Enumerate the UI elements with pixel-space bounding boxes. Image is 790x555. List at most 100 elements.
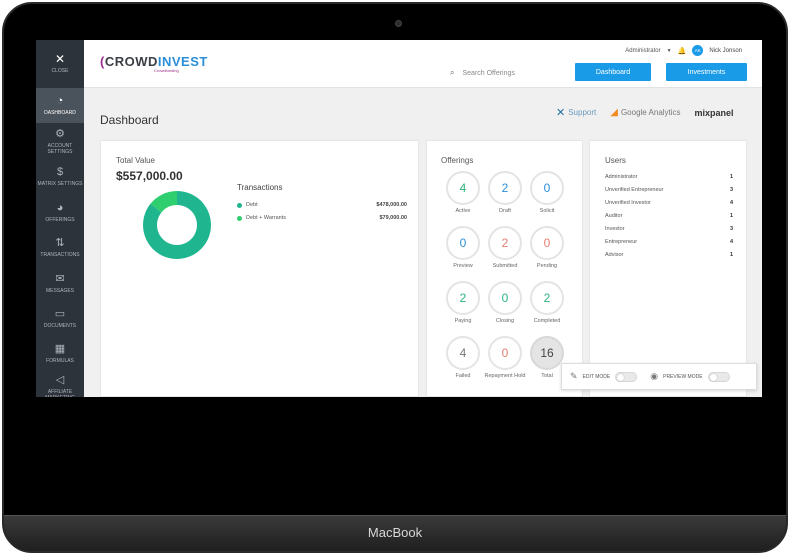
- user-type-count: 1: [729, 213, 733, 219]
- total-value-amount: $557,000.00: [116, 169, 183, 183]
- sidebar-item-messages[interactable]: ✉ MESSAGES: [36, 266, 84, 301]
- megaphone-icon: ◁: [55, 373, 65, 386]
- offerings-card: Offerings 4 Active 2 Draft 0 Solicit 0 P…: [426, 140, 583, 397]
- transaction-row-debt: Debt $478,000.00: [237, 200, 407, 210]
- chevron-down-icon[interactable]: ▼: [667, 48, 672, 54]
- laptop-frame: ✕ CLOSE ◔ DASHBOARD ⚙ ACCOUNT SETTINGS $…: [2, 2, 788, 553]
- user-type-row[interactable]: Auditor 1: [605, 213, 733, 219]
- search-input[interactable]: Search Offerings: [462, 70, 514, 77]
- user-type-name: Entrepreneur: [605, 239, 638, 245]
- search-box[interactable]: ⌕ Search Offerings: [450, 68, 515, 78]
- sidebar-item-label: DOCUMENTS: [43, 322, 77, 329]
- logo-part1: CROWD: [104, 54, 158, 69]
- transaction-row-debt-warrants: Debt + Warrants $79,000.00: [237, 213, 407, 223]
- sidebar-item-label: AFFILIATE MARKETING: [45, 388, 75, 398]
- edit-mode-toggle[interactable]: [615, 371, 638, 382]
- avatar[interactable]: AK: [692, 45, 704, 56]
- sidebar-item-label: MATRIX SETTINGS: [37, 180, 83, 187]
- sidebar-item-offerings[interactable]: ◕ OFFERINGS: [36, 195, 84, 230]
- total-value-label: Total Value: [116, 156, 155, 165]
- transaction-name: Debt + Warrants: [246, 215, 286, 221]
- offering-active-label: Active: [455, 208, 471, 214]
- top-bar: (CROWDINVEST Crowdfunding Administrator …: [84, 40, 762, 88]
- integrations: ✕ Support ◢ Google Analytics mixpanel: [556, 106, 734, 119]
- folder-icon: ▭: [54, 307, 66, 320]
- sidebar-item-account-settings[interactable]: ⚙ ACCOUNT SETTINGS: [36, 124, 84, 159]
- offering-repayment-hold-count[interactable]: 0: [488, 336, 522, 370]
- support-label: Support: [568, 108, 597, 117]
- user-type-row[interactable]: Entrepreneur 4: [605, 239, 733, 245]
- user-type-row[interactable]: Unverified Entrepreneur 3: [605, 187, 733, 193]
- app-logo[interactable]: (CROWDINVEST: [100, 54, 208, 69]
- legend-dot: [237, 202, 242, 208]
- user-type-row[interactable]: Administrator 1: [605, 174, 733, 180]
- calculator-icon: ▦: [54, 342, 66, 355]
- sidebar-item-dashboard[interactable]: ◔ DASHBOARD: [36, 88, 84, 123]
- sidebar-item-matrix-settings[interactable]: $ MATRIX SETTINGS: [36, 159, 84, 194]
- close-button[interactable]: ✕ CLOSE: [36, 46, 84, 81]
- investments-button[interactable]: Investments: [666, 63, 747, 81]
- sidebar-item-affiliate-marketing[interactable]: ◁ AFFILIATE MARKETING: [36, 370, 84, 397]
- offerings-title: Offerings: [441, 156, 474, 165]
- user-type-count: 3: [729, 226, 733, 232]
- camera-dot: [395, 20, 402, 27]
- support-icon: ✕: [556, 107, 566, 119]
- offering-pending-label: Pending: [536, 263, 558, 269]
- offering-solicit-count[interactable]: 0: [530, 171, 564, 205]
- total-value-card: Total Value $557,000.00 Transactions Deb…: [100, 140, 419, 397]
- dashboard-button[interactable]: Dashboard: [575, 63, 651, 81]
- google-analytics-link[interactable]: ◢ Google Analytics: [610, 107, 680, 118]
- sidebar-item-formulas[interactable]: ▦ FORMULAS: [36, 336, 84, 371]
- sidebar-item-label: DASHBOARD: [44, 109, 76, 116]
- user-type-row[interactable]: Advisor 1: [605, 252, 733, 258]
- offering-solicit-label: Solicit: [539, 208, 555, 214]
- transaction-amount: $478,000.00: [376, 202, 407, 208]
- user-name[interactable]: Nick Jonson: [709, 48, 742, 54]
- offering-preview-count[interactable]: 0: [446, 226, 480, 260]
- user-type-row[interactable]: Unverified Investor 4: [605, 200, 733, 206]
- transactions-donut-chart: [143, 191, 211, 259]
- transactions-title: Transactions: [237, 183, 283, 192]
- user-type-name: Auditor: [605, 213, 623, 219]
- sidebar-item-label: MESSAGES: [45, 287, 75, 294]
- offering-draft-count[interactable]: 2: [488, 171, 522, 205]
- device-label: MacBook: [367, 525, 423, 540]
- offering-draft-label: Draft: [499, 208, 511, 214]
- preview-mode-toggle[interactable]: [707, 371, 730, 382]
- envelope-icon: ✉: [55, 272, 65, 285]
- preview-mode-label: PREVIEW MODE: [663, 373, 703, 380]
- offering-failed-count[interactable]: 4: [446, 336, 480, 370]
- pencil-icon: ✎: [570, 371, 578, 381]
- role-dropdown[interactable]: Administrator: [625, 48, 660, 54]
- app-screen: ✕ CLOSE ◔ DASHBOARD ⚙ ACCOUNT SETTINGS $…: [36, 40, 762, 397]
- laptop-chin: MacBook: [4, 515, 786, 551]
- support-link[interactable]: ✕ Support: [556, 106, 596, 119]
- user-type-count: 3: [729, 187, 733, 193]
- gauge-icon: ◔: [56, 94, 64, 107]
- bell-icon[interactable]: 🔔: [678, 47, 687, 55]
- user-type-row[interactable]: Investor 3: [605, 226, 733, 232]
- transfer-icon: ⇅: [55, 236, 65, 249]
- sidebar-item-transactions[interactable]: ⇅ TRANSACTIONS: [36, 230, 84, 265]
- offering-closing-label: Closing: [495, 318, 515, 324]
- offering-paying-count[interactable]: 2: [446, 281, 480, 315]
- mixpanel-label: mixpanel: [694, 107, 734, 118]
- offering-submitted-count[interactable]: 2: [488, 226, 522, 260]
- edit-mode-label: EDIT MODE: [582, 373, 611, 380]
- offering-active-count[interactable]: 4: [446, 171, 480, 205]
- close-icon: ✕: [54, 51, 66, 66]
- mode-toolbar: ✎ EDIT MODE ◉ PREVIEW MODE: [561, 363, 757, 390]
- offering-pending-count[interactable]: 0: [530, 226, 564, 260]
- sidebar-item-documents[interactable]: ▭ DOCUMENTS: [36, 301, 84, 336]
- mixpanel-link[interactable]: mixpanel: [695, 108, 734, 118]
- user-type-count: 4: [729, 239, 733, 245]
- sidebar-item-label: FORMULAS: [46, 357, 74, 364]
- offering-preview-label: Preview: [453, 263, 473, 269]
- offering-closing-count[interactable]: 0: [488, 281, 522, 315]
- user-type-name: Unverified Investor: [605, 200, 651, 206]
- offering-completed-count[interactable]: 2: [530, 281, 564, 315]
- sidebar-item-label: ACCOUNT SETTINGS: [47, 142, 73, 155]
- user-type-name: Advisor: [605, 252, 624, 258]
- offering-total-count[interactable]: 16: [530, 336, 564, 370]
- eye-icon: ◉: [650, 371, 659, 381]
